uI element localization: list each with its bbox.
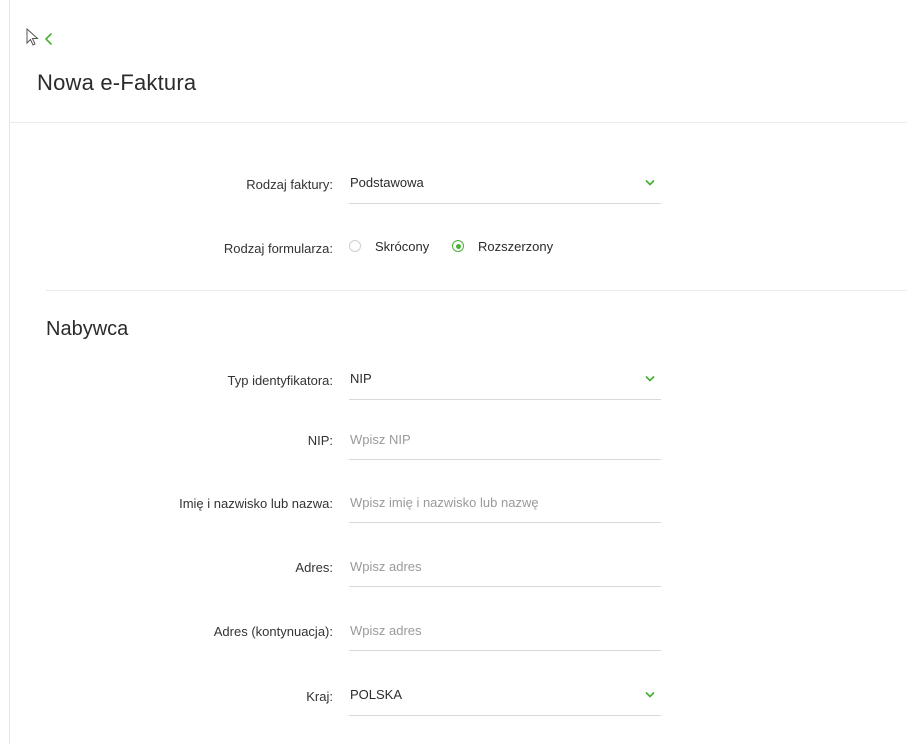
- section-divider: [46, 290, 907, 291]
- identifier-type-value: NIP: [350, 371, 372, 386]
- address-row: Adres:: [0, 550, 907, 590]
- mouse-pointer-icon: [26, 28, 39, 46]
- buyer-name-input[interactable]: [349, 490, 641, 514]
- form-type-option-short-label: Skrócony: [375, 239, 430, 254]
- address-field-wrapper: [349, 550, 661, 587]
- address2-field-wrapper: [349, 614, 661, 651]
- buyer-section-title: Nabywca: [46, 318, 129, 340]
- address2-input[interactable]: [349, 618, 641, 642]
- buyer-name-label: Imię i nazwisko lub nazwa:: [179, 496, 333, 511]
- page-title: Nowa e-Faktura: [37, 70, 197, 95]
- address-label: Adres:: [295, 560, 333, 575]
- country-row: Kraj: POLSKA: [0, 679, 907, 719]
- invoice-type-label: Rodzaj faktury:: [246, 177, 333, 192]
- chevron-down-icon: [645, 376, 655, 382]
- address-input[interactable]: [349, 554, 641, 578]
- nip-row: NIP:: [0, 423, 907, 463]
- header-divider: [10, 122, 907, 123]
- chevron-down-icon: [645, 692, 655, 698]
- country-value: POLSKA: [350, 687, 403, 702]
- chevron-down-icon: [645, 180, 655, 186]
- radio-button-selected[interactable]: [452, 240, 464, 252]
- buyer-name-field-wrapper: [349, 486, 661, 523]
- invoice-type-value: Podstawowa: [350, 175, 424, 190]
- nip-input[interactable]: [349, 427, 641, 451]
- form-type-row: Rodzaj formularza: Skrócony Rozszerzony: [0, 231, 907, 271]
- address2-row: Adres (kontynuacja):: [0, 614, 907, 654]
- nip-label: NIP:: [307, 433, 333, 448]
- identifier-type-row: Typ identyfikatora: NIP: [0, 363, 907, 403]
- identifier-type-label: Typ identyfikatora:: [227, 373, 334, 388]
- country-label: Kraj:: [306, 689, 333, 704]
- form-type-label: Rodzaj formularza:: [223, 241, 333, 256]
- buyer-name-row: Imię i nazwisko lub nazwa:: [0, 486, 907, 526]
- radio-button[interactable]: [349, 240, 361, 252]
- invoice-type-row: Rodzaj faktury: Podstawowa: [0, 167, 907, 207]
- back-chevron-left-icon[interactable]: [43, 32, 55, 46]
- identifier-type-select[interactable]: NIP: [349, 363, 661, 400]
- address2-label: Adres (kontynuacja):: [213, 624, 333, 639]
- country-select[interactable]: POLSKA: [349, 679, 661, 716]
- invoice-type-select[interactable]: Podstawowa: [349, 167, 661, 204]
- form-type-option-extended-label: Rozszerzony: [478, 239, 554, 254]
- nip-field-wrapper: [349, 423, 661, 460]
